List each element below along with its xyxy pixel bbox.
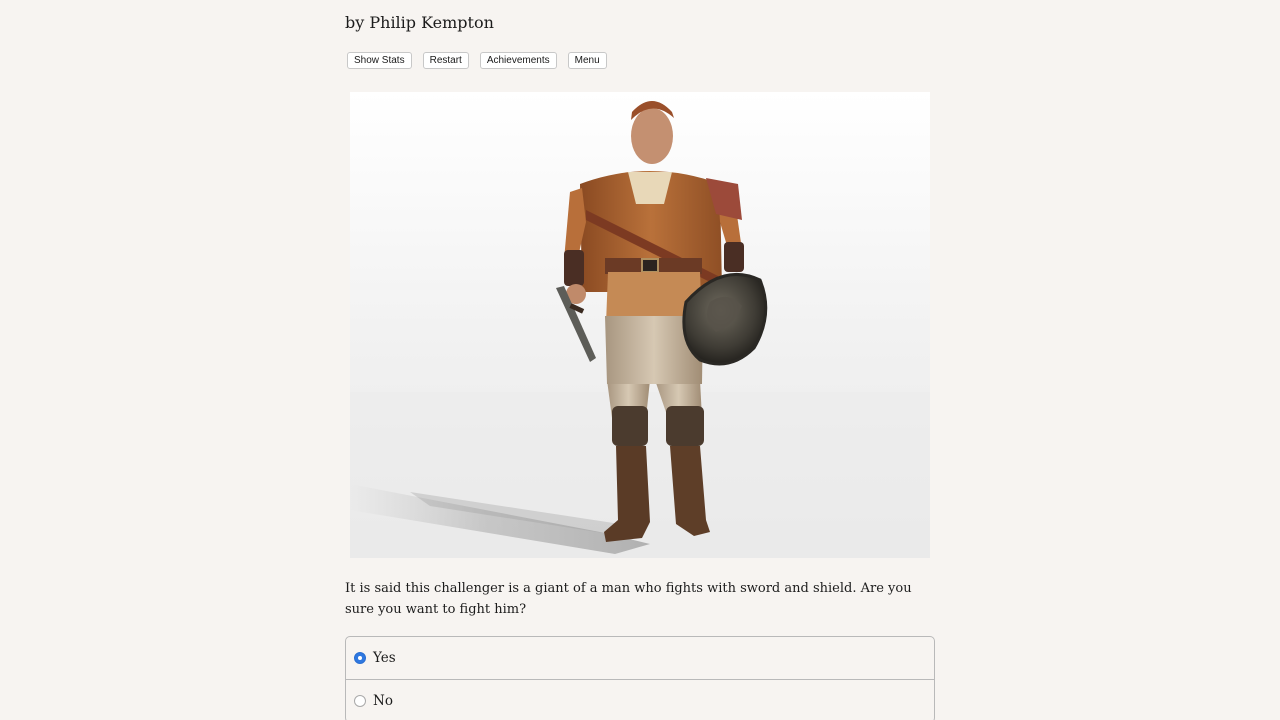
author-byline: by Philip Kempton [345,13,494,32]
radio-selected-icon[interactable] [354,652,366,664]
choice-label: No [373,693,393,709]
menu-button[interactable]: Menu [567,52,607,69]
choice-no[interactable]: No [346,679,934,720]
scene-text: It is said this challenger is a giant of… [345,581,912,617]
game-page: by Philip Kempton Show Stats Restart Achie… [0,0,1280,720]
choice-list: Yes No [345,636,935,720]
achievements-button[interactable]: Achievements [479,52,557,69]
game-toolbar: Show Stats Restart Achievements Menu [347,52,615,69]
restart-button[interactable]: Restart [422,52,469,69]
warrior-illustration [350,92,930,558]
choice-label: Yes [373,650,396,666]
show-stats-button[interactable]: Show Stats [347,52,412,69]
choice-yes[interactable]: Yes [346,637,934,679]
radio-unselected-icon[interactable] [354,695,366,707]
